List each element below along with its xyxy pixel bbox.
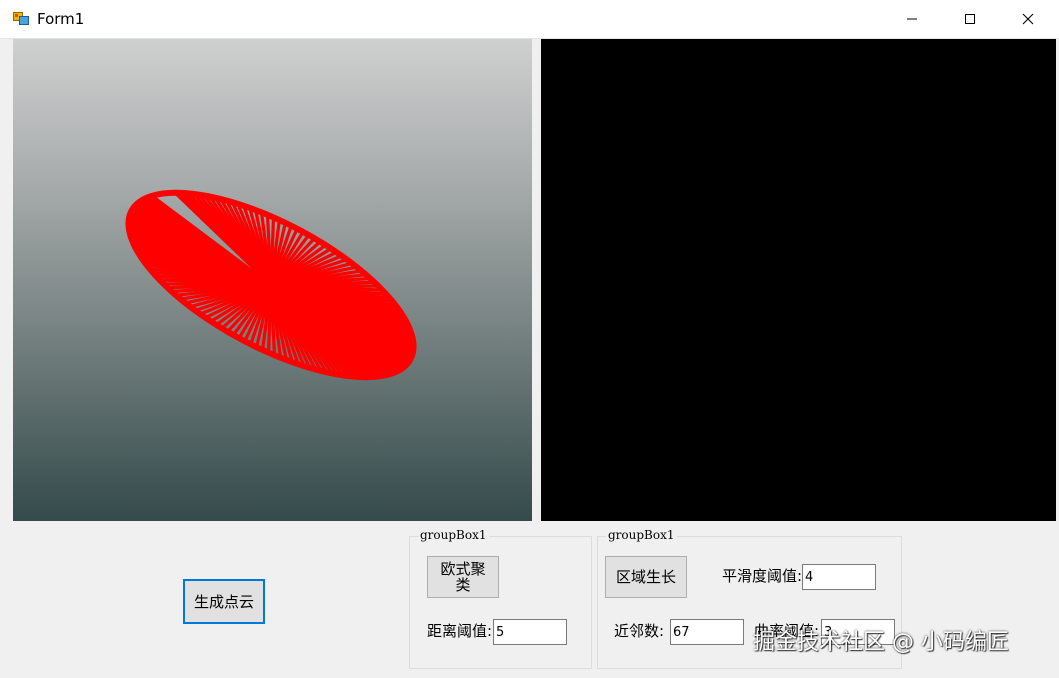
smoothness-threshold-input[interactable] [802,564,876,590]
window-title: Form1 [37,10,85,28]
generate-point-cloud-button[interactable]: 生成点云 [183,579,265,624]
title-bar: Form1 [0,0,1059,39]
groupbox-region-title: groupBox1 [606,528,677,542]
neighbors-input[interactable] [670,619,744,645]
close-icon [1022,13,1034,25]
result-viewport[interactable] [541,39,1056,521]
point-cloud-viewport[interactable] [13,39,532,521]
distance-threshold-label: 距离阈值: [427,622,493,640]
smoothness-threshold-label: 平滑度阈值: [722,567,803,585]
maximize-button[interactable] [941,0,999,38]
point-cloud-render [125,189,417,381]
maximize-icon [965,14,975,24]
euclidean-cluster-button[interactable]: 欧式聚类 [427,556,499,598]
groupbox-euclidean-title: groupBox1 [418,528,489,542]
app-icon [13,12,29,25]
region-growing-button[interactable]: 区域生长 [605,556,687,598]
distance-threshold-input[interactable] [493,619,567,645]
watermark-text: 掘金技术社区 @ 小码编匠 [753,630,1009,655]
minimize-icon [907,18,917,20]
close-button[interactable] [999,0,1057,38]
minimize-button[interactable] [883,0,941,38]
neighbors-label: 近邻数: [614,622,665,640]
